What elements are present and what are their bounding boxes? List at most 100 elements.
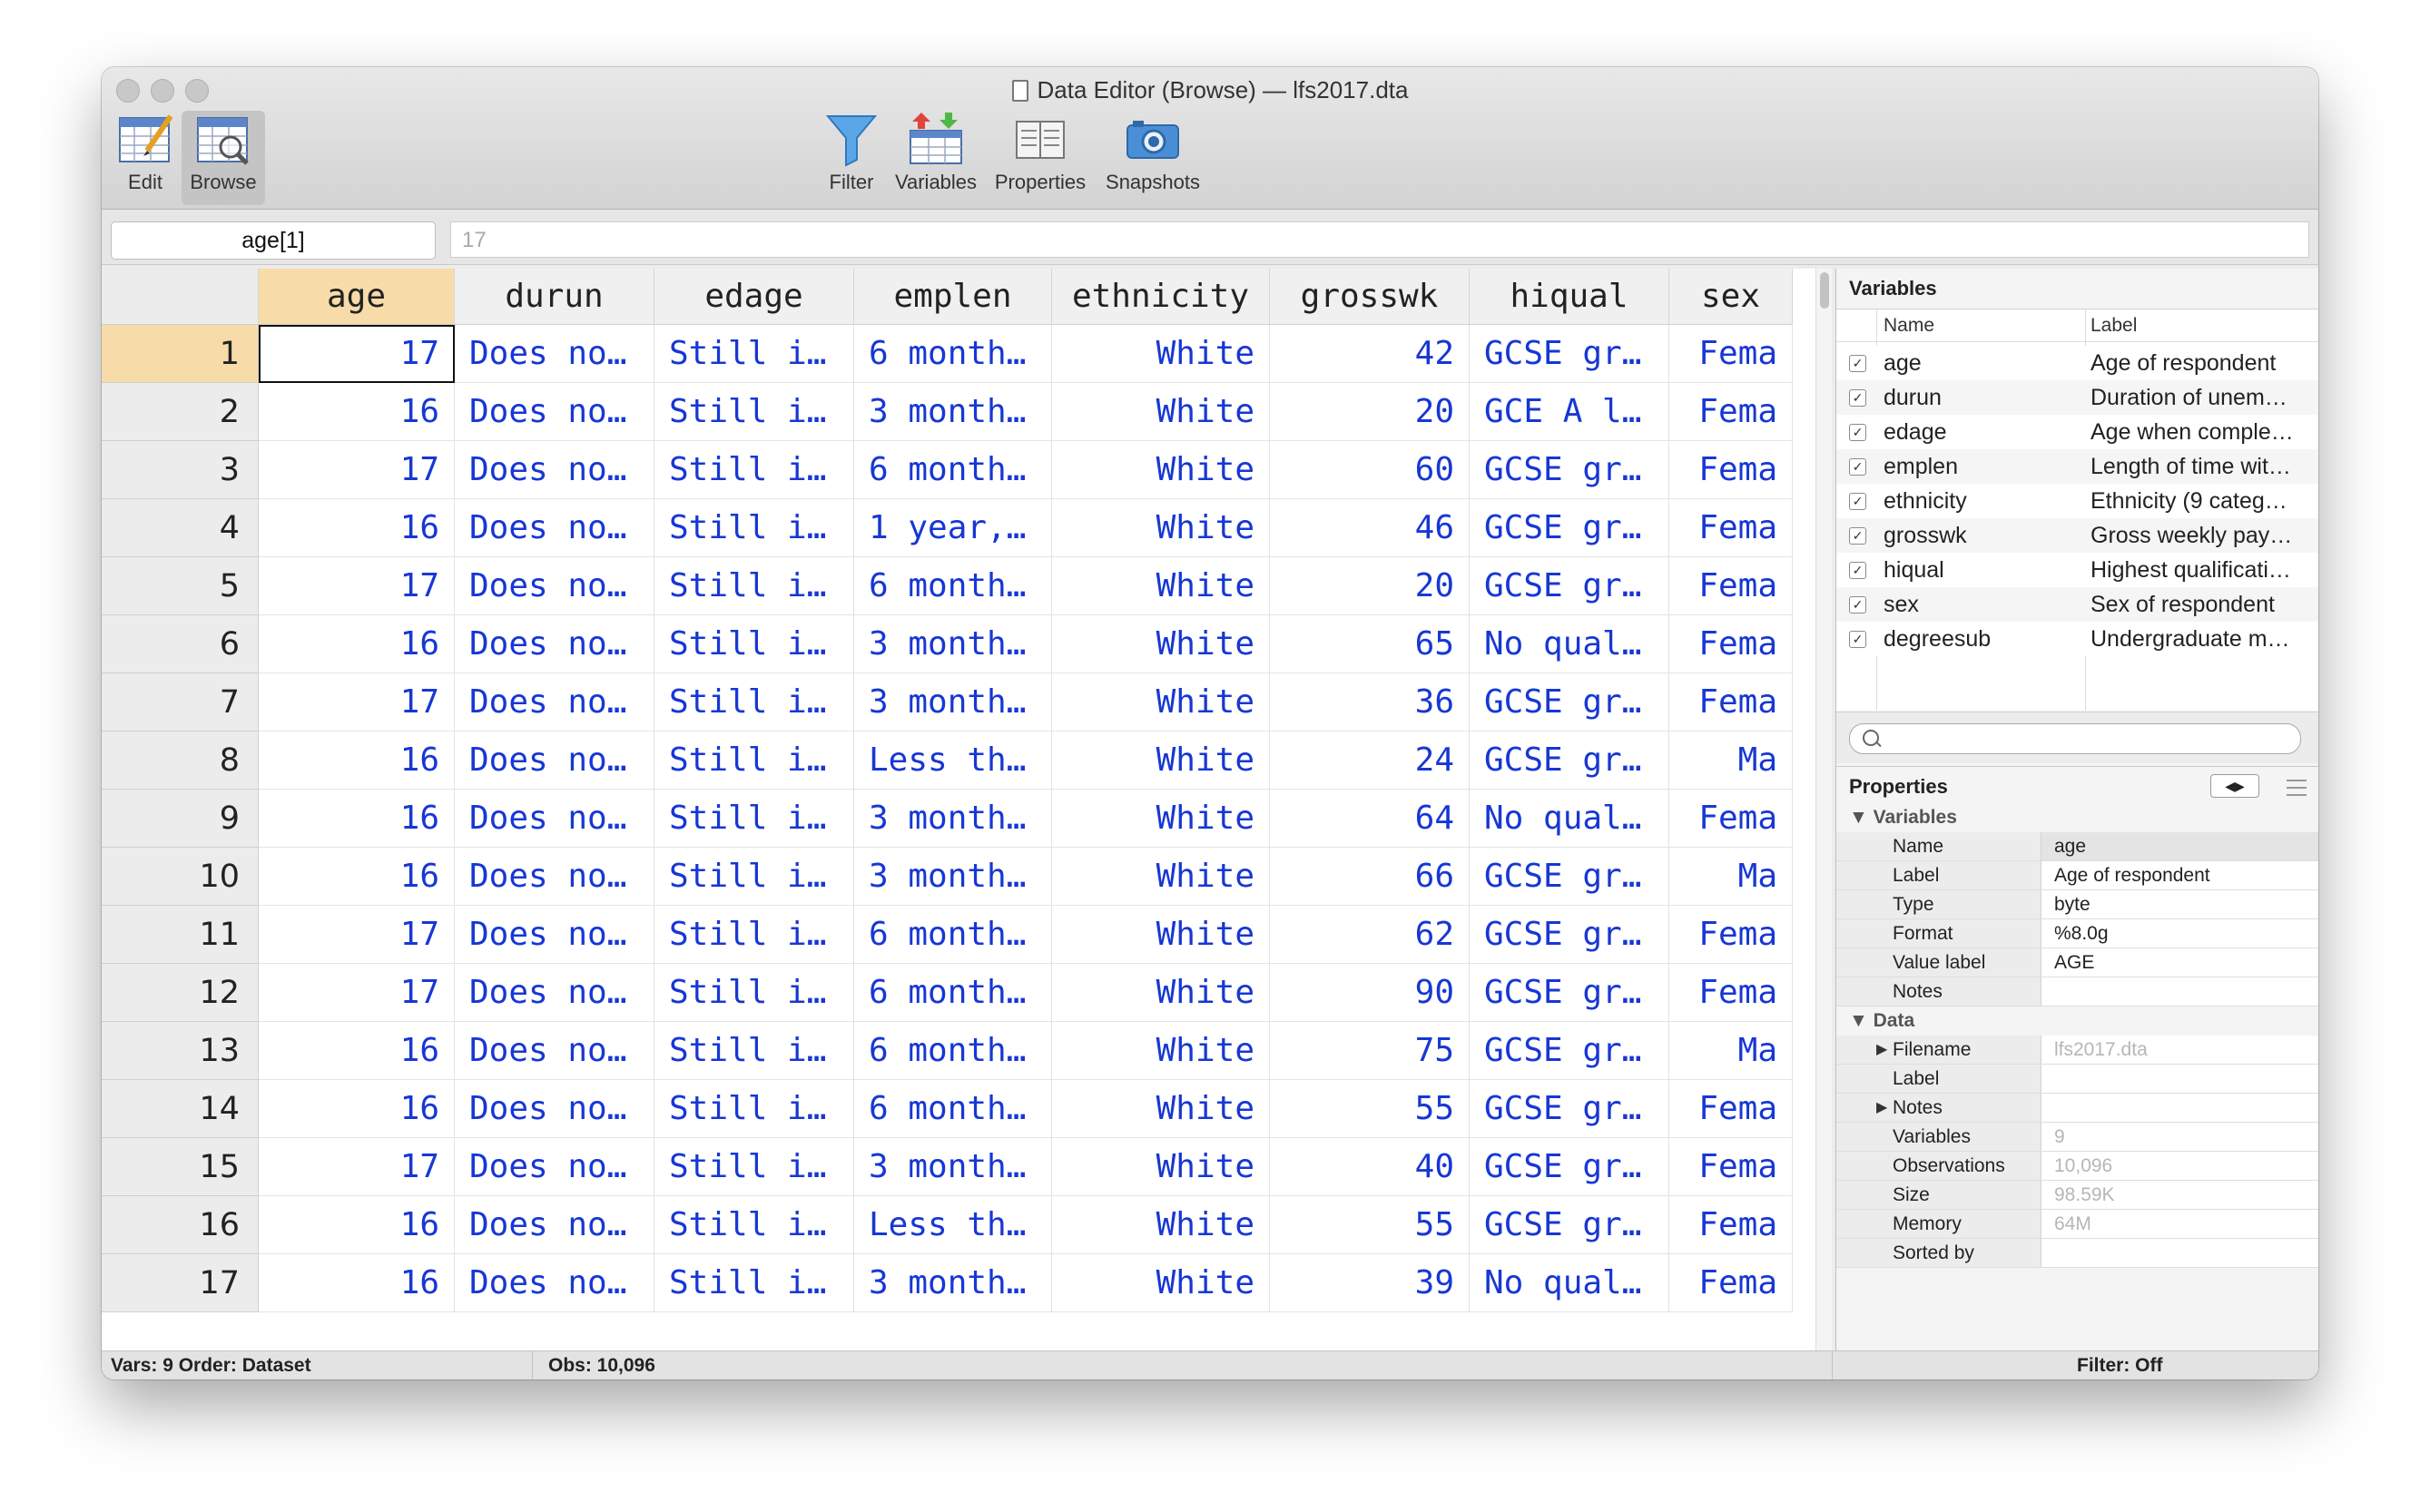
- data-cell-edage[interactable]: Still i…: [654, 1138, 854, 1196]
- data-cell-age[interactable]: 17: [259, 1138, 455, 1196]
- data-cell-hiqual[interactable]: GCSE gr…: [1470, 325, 1669, 383]
- data-cell-age[interactable]: 16: [259, 615, 455, 673]
- property-row[interactable]: ▶ Notes: [1836, 1094, 2318, 1123]
- data-cell-age[interactable]: 17: [259, 673, 455, 731]
- row-number[interactable]: 7: [102, 673, 259, 731]
- column-header-durun[interactable]: durun: [455, 269, 654, 325]
- data-cell-grosswk[interactable]: 62: [1270, 906, 1470, 964]
- data-cell-sex[interactable]: Ma: [1669, 1022, 1793, 1080]
- data-cell-age[interactable]: 16: [259, 1080, 455, 1138]
- data-cell-edage[interactable]: Still i…: [654, 325, 854, 383]
- properties-nav-arrows[interactable]: ◀▶: [2210, 774, 2259, 798]
- data-cell-emplen[interactable]: 6 month…: [854, 1022, 1052, 1080]
- data-cell-edage[interactable]: Still i…: [654, 557, 854, 615]
- data-cell-edage[interactable]: Still i…: [654, 1080, 854, 1138]
- properties-menu-icon[interactable]: [2287, 780, 2307, 796]
- data-cell-durun[interactable]: Does no…: [455, 325, 654, 383]
- row-number[interactable]: 1: [102, 325, 259, 383]
- data-cell-ethnicity[interactable]: White: [1052, 1022, 1270, 1080]
- properties-button[interactable]: Properties: [989, 111, 1091, 194]
- data-cell-ethnicity[interactable]: White: [1052, 383, 1270, 441]
- data-cell-emplen[interactable]: 6 month…: [854, 906, 1052, 964]
- row-number[interactable]: 14: [102, 1080, 259, 1138]
- data-cell-emplen[interactable]: 1 year,…: [854, 499, 1052, 557]
- data-cell-durun[interactable]: Does no…: [455, 848, 654, 906]
- data-cell-sex[interactable]: Fema: [1669, 906, 1793, 964]
- data-cell-age[interactable]: 17: [259, 325, 455, 383]
- data-cell-edage[interactable]: Still i…: [654, 673, 854, 731]
- data-cell-grosswk[interactable]: 65: [1270, 615, 1470, 673]
- data-cell-ethnicity[interactable]: White: [1052, 1254, 1270, 1312]
- data-cell-sex[interactable]: Fema: [1669, 673, 1793, 731]
- variable-row[interactable]: ✓ sex Sex of respondent: [1836, 587, 2318, 622]
- data-cell-edage[interactable]: Still i…: [654, 1022, 854, 1080]
- data-cell-edage[interactable]: Still i…: [654, 790, 854, 848]
- row-number[interactable]: 17: [102, 1254, 259, 1312]
- data-cell-sex[interactable]: Fema: [1669, 383, 1793, 441]
- vertical-scroll-thumb[interactable]: [1820, 272, 1829, 309]
- variable-visible-checkbox[interactable]: ✓: [1849, 389, 1866, 407]
- row-number[interactable]: 10: [102, 848, 259, 906]
- data-cell-grosswk[interactable]: 64: [1270, 790, 1470, 848]
- data-cell-grosswk[interactable]: 90: [1270, 964, 1470, 1022]
- data-cell-durun[interactable]: Does no…: [455, 673, 654, 731]
- data-cell-edage[interactable]: Still i…: [654, 383, 854, 441]
- data-cell-edage[interactable]: Still i…: [654, 848, 854, 906]
- variable-search-input[interactable]: [1849, 723, 2301, 754]
- property-row[interactable]: Sorted by: [1836, 1239, 2318, 1268]
- data-cell-ethnicity[interactable]: White: [1052, 731, 1270, 790]
- grid-corner[interactable]: [102, 269, 259, 325]
- property-row[interactable]: Name age: [1836, 832, 2318, 861]
- data-cell-age[interactable]: 16: [259, 1254, 455, 1312]
- data-cell-ethnicity[interactable]: White: [1052, 1196, 1270, 1254]
- column-name-header[interactable]: Name: [1884, 309, 2065, 342]
- data-cell-hiqual[interactable]: GCSE gr…: [1470, 731, 1669, 790]
- data-cell-ethnicity[interactable]: White: [1052, 790, 1270, 848]
- data-cell-durun[interactable]: Does no…: [455, 964, 654, 1022]
- column-header-edage[interactable]: edage: [654, 269, 854, 325]
- data-cell-sex[interactable]: Fema: [1669, 615, 1793, 673]
- row-number[interactable]: 12: [102, 964, 259, 1022]
- cell-name-field[interactable]: age[1]: [111, 221, 436, 260]
- property-row[interactable]: ▶ Filename lfs2017.dta: [1836, 1036, 2318, 1065]
- data-cell-hiqual[interactable]: GCSE gr…: [1470, 906, 1669, 964]
- row-number[interactable]: 15: [102, 1138, 259, 1196]
- snapshots-button[interactable]: Snapshots: [1100, 111, 1205, 194]
- data-cell-edage[interactable]: Still i…: [654, 615, 854, 673]
- data-cell-durun[interactable]: Does no…: [455, 731, 654, 790]
- variable-row[interactable]: ✓ degreesub Undergraduate m…: [1836, 622, 2318, 656]
- data-cell-edage[interactable]: Still i…: [654, 731, 854, 790]
- column-header-age[interactable]: age: [259, 269, 455, 325]
- property-row[interactable]: Notes: [1836, 977, 2318, 1006]
- data-cell-durun[interactable]: Does no…: [455, 1080, 654, 1138]
- data-cell-edage[interactable]: Still i…: [654, 499, 854, 557]
- data-cell-grosswk[interactable]: 20: [1270, 383, 1470, 441]
- data-cell-durun[interactable]: Does no…: [455, 790, 654, 848]
- data-cell-grosswk[interactable]: 60: [1270, 441, 1470, 499]
- data-cell-grosswk[interactable]: 66: [1270, 848, 1470, 906]
- data-cell-age[interactable]: 16: [259, 848, 455, 906]
- variable-visible-checkbox[interactable]: ✓: [1849, 493, 1866, 510]
- data-cell-grosswk[interactable]: 55: [1270, 1196, 1470, 1254]
- data-cell-sex[interactable]: Ma: [1669, 848, 1793, 906]
- data-cell-sex[interactable]: Fema: [1669, 1080, 1793, 1138]
- property-row[interactable]: Format %8.0g: [1836, 919, 2318, 948]
- data-cell-durun[interactable]: Does no…: [455, 557, 654, 615]
- data-cell-sex[interactable]: Fema: [1669, 1254, 1793, 1312]
- data-cell-ethnicity[interactable]: White: [1052, 557, 1270, 615]
- data-cell-ethnicity[interactable]: White: [1052, 441, 1270, 499]
- data-cell-hiqual[interactable]: No qual…: [1470, 1254, 1669, 1312]
- variable-row[interactable]: ✓ age Age of respondent: [1836, 346, 2318, 380]
- data-cell-hiqual[interactable]: No qual…: [1470, 790, 1669, 848]
- data-cell-sex[interactable]: Fema: [1669, 790, 1793, 848]
- variable-visible-checkbox[interactable]: ✓: [1849, 527, 1866, 545]
- filter-button[interactable]: Filter: [817, 111, 886, 194]
- data-cell-age[interactable]: 16: [259, 790, 455, 848]
- variable-visible-checkbox[interactable]: ✓: [1849, 458, 1866, 476]
- data-cell-edage[interactable]: Still i…: [654, 1196, 854, 1254]
- data-cell-sex[interactable]: Fema: [1669, 964, 1793, 1022]
- data-cell-age[interactable]: 16: [259, 499, 455, 557]
- row-number[interactable]: 2: [102, 383, 259, 441]
- data-cell-emplen[interactable]: 6 month…: [854, 1080, 1052, 1138]
- data-cell-emplen[interactable]: 3 month…: [854, 383, 1052, 441]
